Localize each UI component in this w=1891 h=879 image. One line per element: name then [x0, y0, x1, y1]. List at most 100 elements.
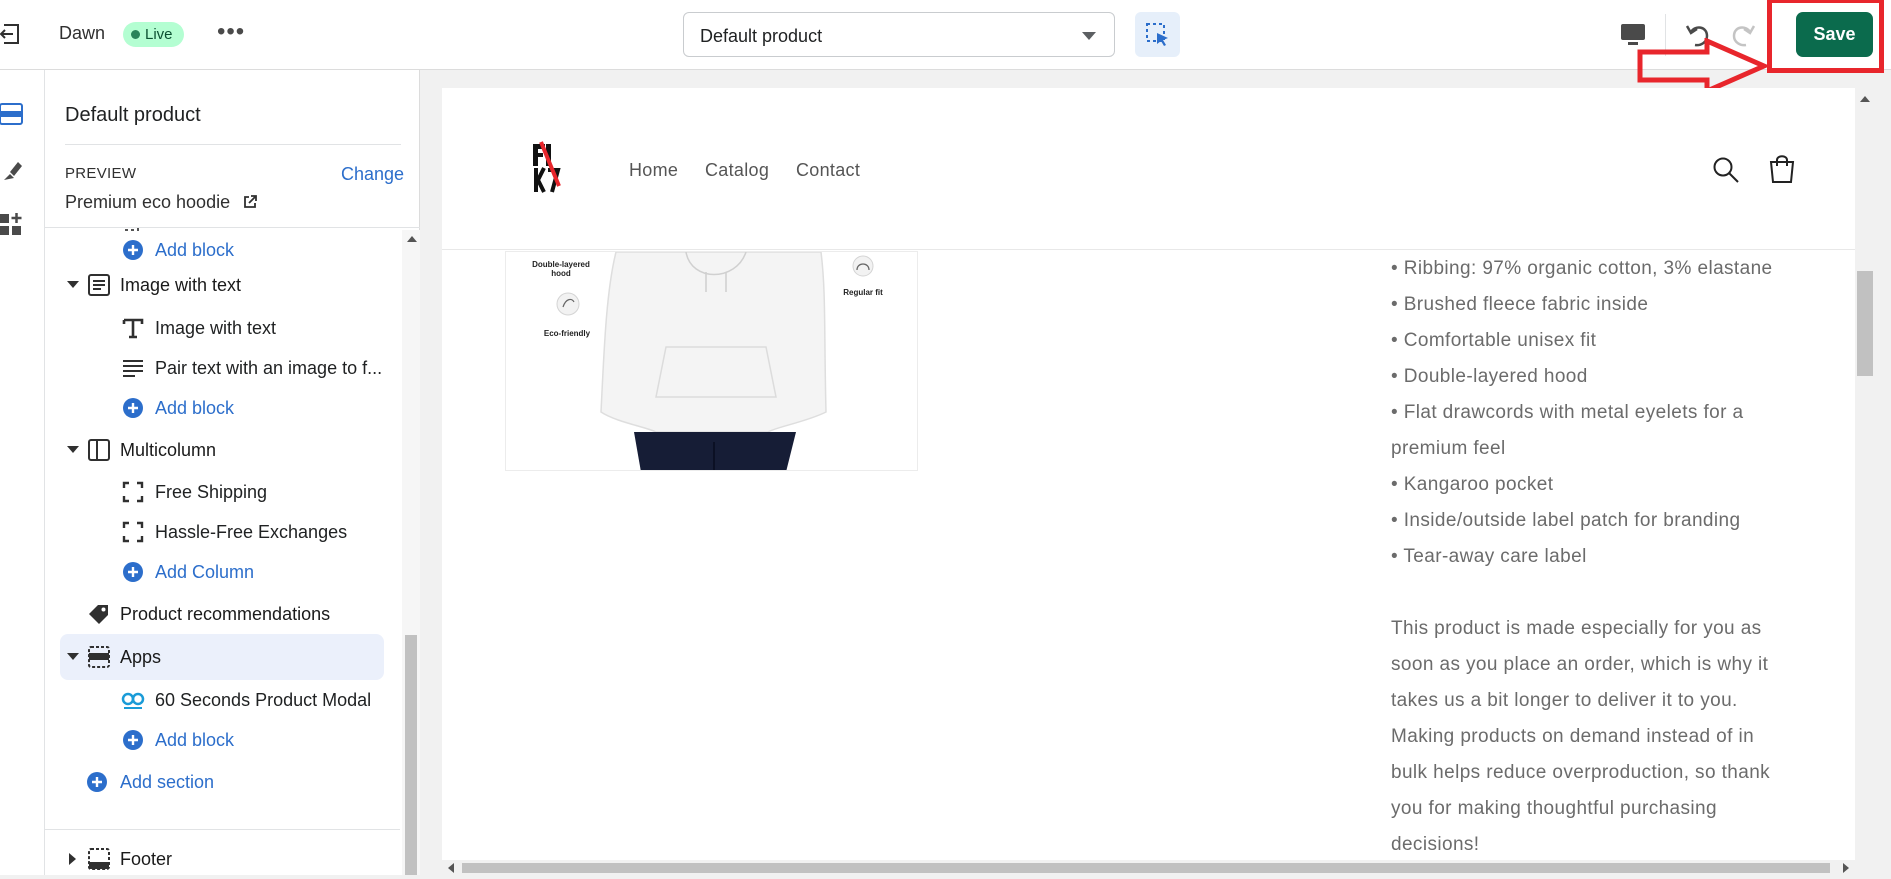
store-logo[interactable]	[530, 140, 564, 195]
product-image[interactable]: Double-layered hood Eco-friendly Regular…	[505, 251, 918, 471]
highlight-arrow-icon	[1637, 38, 1769, 94]
expand-triangle-icon[interactable]	[69, 853, 76, 865]
section-product-recommendations[interactable]: Product recommendations	[45, 594, 400, 634]
app-logo-icon	[121, 692, 145, 709]
section-image-with-text[interactable]: Image with text	[45, 265, 400, 305]
app-embeds-icon[interactable]	[0, 210, 24, 238]
theme-settings-brush-icon[interactable]	[0, 156, 24, 184]
column-block-icon	[122, 521, 144, 543]
paragraph-line: soon as you place an order, which is why…	[1391, 654, 1769, 675]
scrollbar-thumb[interactable]	[1857, 271, 1873, 376]
collapse-triangle-icon[interactable]	[67, 446, 79, 453]
add-section-label: Add section	[120, 772, 215, 792]
text-icon	[122, 318, 144, 339]
chevron-down-icon	[1082, 32, 1096, 40]
more-actions-icon[interactable]: •••	[217, 18, 245, 46]
tag-icon	[89, 605, 108, 624]
collapse-triangle-icon[interactable]	[67, 281, 79, 288]
section-footer[interactable]: Footer	[45, 839, 400, 879]
section-tree: Add block Image with text Image with tex…	[45, 228, 400, 828]
change-preview-link[interactable]: Change	[341, 164, 404, 185]
sections-icon[interactable]	[0, 100, 24, 128]
bullet-line: • Inside/outside label patch for brandin…	[1391, 510, 1741, 531]
bullet-line: • Comfortable unisex fit	[1391, 330, 1597, 351]
footer-icon	[88, 848, 110, 870]
bullet-line: • Double-layered hood	[1391, 366, 1588, 387]
preview-horizontal-scrollbar[interactable]	[442, 860, 1855, 875]
section-label: Multicolumn	[120, 440, 217, 460]
scroll-left-arrow-icon[interactable]	[448, 863, 454, 873]
product-description: • Ribbing: 97% organic cotton, 3% elasta…	[1391, 251, 1811, 863]
scrollbar-thumb[interactable]	[462, 863, 1830, 873]
add-block-button[interactable]: Add block	[45, 230, 400, 270]
nav-link-home[interactable]: Home	[629, 160, 678, 181]
sidebar-title: Default product	[65, 104, 201, 126]
plus-circle-icon	[123, 398, 143, 418]
scroll-up-arrow-icon[interactable]	[1860, 96, 1870, 102]
image-with-text-icon	[88, 274, 110, 296]
divider	[65, 144, 401, 145]
search-icon[interactable]	[1712, 156, 1740, 184]
collapse-triangle-icon[interactable]	[67, 653, 79, 660]
block-paragraph[interactable]: Pair text with an image to f...	[45, 348, 400, 388]
editor-icon-rail	[0, 70, 45, 875]
plus-circle-icon	[87, 772, 107, 792]
image-caption-eco: Eco-friendly	[543, 329, 591, 338]
section-multicolumn[interactable]: Multicolumn	[45, 430, 400, 470]
template-select[interactable]: Default product	[683, 12, 1115, 57]
sidebar-scrollbar[interactable]	[402, 230, 420, 875]
external-link-icon[interactable]	[243, 195, 258, 209]
bullet-line: • Brushed fleece fabric inside	[1391, 294, 1649, 315]
preview-product-name: Premium eco hoodie	[65, 192, 231, 212]
preview-vertical-scrollbar[interactable]	[1855, 88, 1875, 875]
block-label: Image with text	[155, 318, 277, 338]
block-label: Pair text with an image to f...	[155, 358, 383, 378]
block-free-shipping[interactable]: Free Shipping	[45, 472, 400, 512]
plus-circle-icon	[123, 240, 143, 260]
section-label: Apps	[120, 647, 162, 667]
select-element-icon	[1146, 23, 1168, 46]
section-label: Footer	[120, 849, 173, 869]
bullet-line: • Ribbing: 97% organic cotton, 3% elasta…	[1391, 258, 1773, 279]
scroll-up-arrow-icon[interactable]	[407, 236, 417, 242]
bullet-line: • Tear-away care label	[1391, 546, 1587, 567]
section-label: Product recommendations	[120, 604, 331, 624]
cart-icon[interactable]	[1767, 154, 1797, 184]
block-label: 60 Seconds Product Modal	[155, 690, 372, 710]
add-section-button[interactable]: Add section	[45, 762, 400, 802]
bullet-line: • Kangaroo pocket	[1391, 474, 1554, 495]
section-apps[interactable]: Apps	[60, 634, 384, 680]
scrollbar-thumb[interactable]	[405, 635, 417, 875]
paragraph-line: Making products on demand instead of in	[1391, 726, 1755, 747]
nav-link-contact[interactable]: Contact	[796, 160, 860, 181]
preview-product[interactable]: Premium eco hoodie	[65, 192, 258, 213]
add-block-label: Add block	[155, 398, 235, 418]
block-hassle-free-exchanges[interactable]: Hassle-Free Exchanges	[45, 512, 400, 552]
theme-name: Dawn	[59, 23, 106, 43]
nav-link-catalog[interactable]: Catalog	[705, 160, 769, 181]
add-column-button[interactable]: Add Column	[45, 552, 400, 592]
add-block-button[interactable]: Add block	[45, 388, 400, 428]
column-block-icon	[122, 481, 144, 503]
columns-icon	[88, 439, 110, 461]
block-60-seconds-product-modal[interactable]: 60 Seconds Product Modal	[45, 680, 400, 720]
sections-sidebar: Default product PREVIEW Change Premium e…	[45, 70, 420, 875]
top-bar: Dawn Live ••• Default product Save	[0, 0, 1891, 94]
section-label: Image with text	[120, 275, 242, 295]
paragraph-line: bulk helps reduce overproduction, so tha…	[1391, 762, 1771, 783]
scroll-right-arrow-icon[interactable]	[1843, 863, 1849, 873]
preview-label: PREVIEW	[65, 165, 137, 182]
add-block-label: Add block	[155, 240, 235, 260]
inspector-toggle-button[interactable]	[1135, 12, 1180, 57]
divider	[45, 829, 400, 830]
exit-icon[interactable]	[0, 22, 22, 46]
paragraph-line: takes us a bit longer to deliver it to y…	[1391, 690, 1738, 711]
live-status-badge: Live	[123, 22, 184, 47]
block-label: Free Shipping	[155, 482, 268, 502]
image-caption-fit: Regular fit	[843, 288, 883, 297]
add-block-button[interactable]: Add block	[45, 720, 400, 760]
highlight-box	[1767, 0, 1884, 73]
block-image-with-text[interactable]: Image with text	[45, 308, 400, 348]
hoodie-image	[556, 252, 874, 470]
